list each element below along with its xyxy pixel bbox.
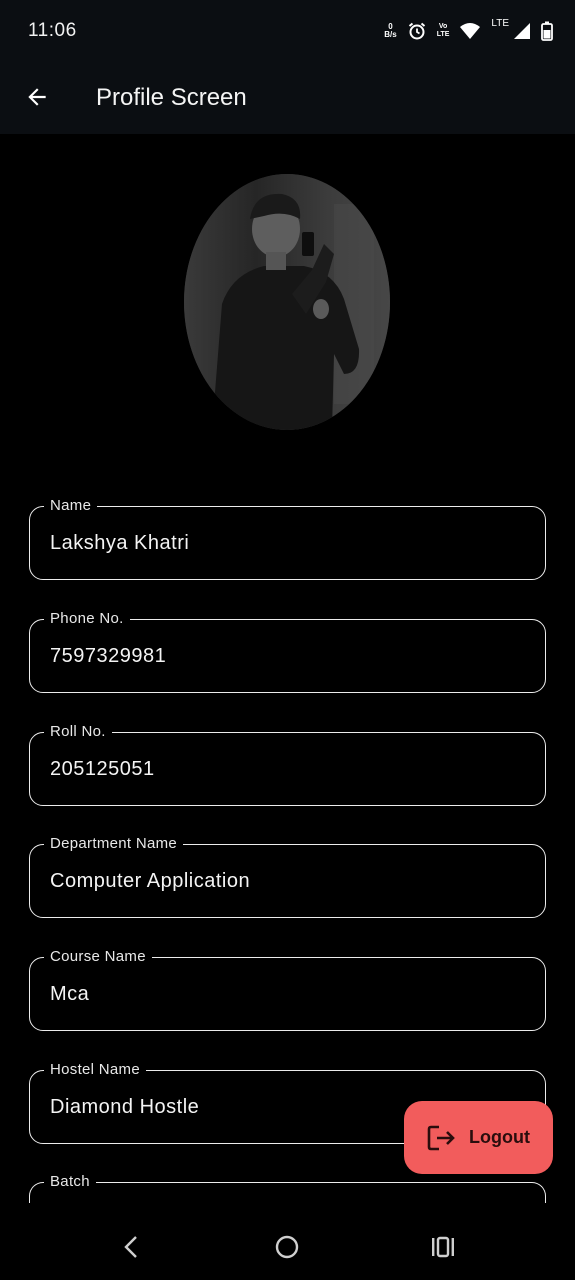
batch-label: Batch: [44, 1172, 96, 1192]
department-label: Department Name: [44, 834, 184, 854]
nav-recents-icon: [432, 1236, 454, 1258]
phone-value: 7597329981: [50, 645, 167, 667]
status-time: 11:06: [28, 20, 77, 41]
volte-icon: Vo LTE: [437, 23, 450, 39]
phone-label: Phone No.: [44, 609, 130, 629]
nav-recents-button[interactable]: [428, 1232, 458, 1262]
nav-home-icon: [275, 1235, 299, 1259]
roll-field[interactable]: Roll No. 205125051: [29, 722, 546, 806]
arrow-back-icon: [28, 88, 46, 106]
course-value: Mca: [50, 983, 90, 1005]
status-icons: 0 B/s Vo LTE LTE: [384, 18, 553, 44]
hostel-label: Hostel Name: [44, 1060, 146, 1080]
course-field[interactable]: Course Name Mca: [29, 947, 546, 1031]
profile-avatar: [184, 174, 390, 430]
net-speed-unit: B/s: [384, 30, 397, 39]
name-value: Lakshya Khatri: [50, 532, 190, 554]
name-field[interactable]: Name Lakshya Khatri: [29, 496, 546, 580]
department-value: Computer Application: [50, 870, 251, 892]
page-title: Profile Screen: [96, 84, 247, 111]
hostel-value: Diamond Hostle: [50, 1096, 200, 1118]
course-label: Course Name: [44, 947, 152, 967]
department-field[interactable]: Department Name Computer Application: [29, 834, 546, 918]
status-bar: 11:06 0 B/s Vo LTE LTE: [0, 0, 575, 62]
alarm-icon: [407, 21, 427, 41]
wifi-icon: [459, 22, 481, 40]
battery-icon: [541, 21, 553, 41]
roll-value: 205125051: [50, 758, 155, 780]
signal-icon: [513, 22, 531, 40]
nav-back-button[interactable]: [116, 1232, 146, 1262]
roll-label: Roll No.: [44, 722, 112, 742]
volte-bottom: LTE: [436, 31, 450, 38]
logout-label: Logout: [469, 1127, 530, 1147]
phone-field[interactable]: Phone No. 7597329981: [29, 609, 546, 693]
name-label: Name: [44, 496, 98, 516]
lte-label: LTE: [491, 18, 509, 29]
back-button[interactable]: [20, 80, 54, 114]
logout-icon: [427, 1125, 455, 1150]
volte-top: Vo: [438, 23, 448, 30]
net-speed-icon: 0 B/s: [384, 23, 396, 39]
navigation-bar: [0, 1212, 575, 1280]
nav-home-button[interactable]: [272, 1232, 302, 1262]
nav-back-icon: [124, 1236, 137, 1258]
app-bar: Profile Screen: [0, 62, 575, 134]
logout-button[interactable]: Logout: [404, 1101, 553, 1174]
